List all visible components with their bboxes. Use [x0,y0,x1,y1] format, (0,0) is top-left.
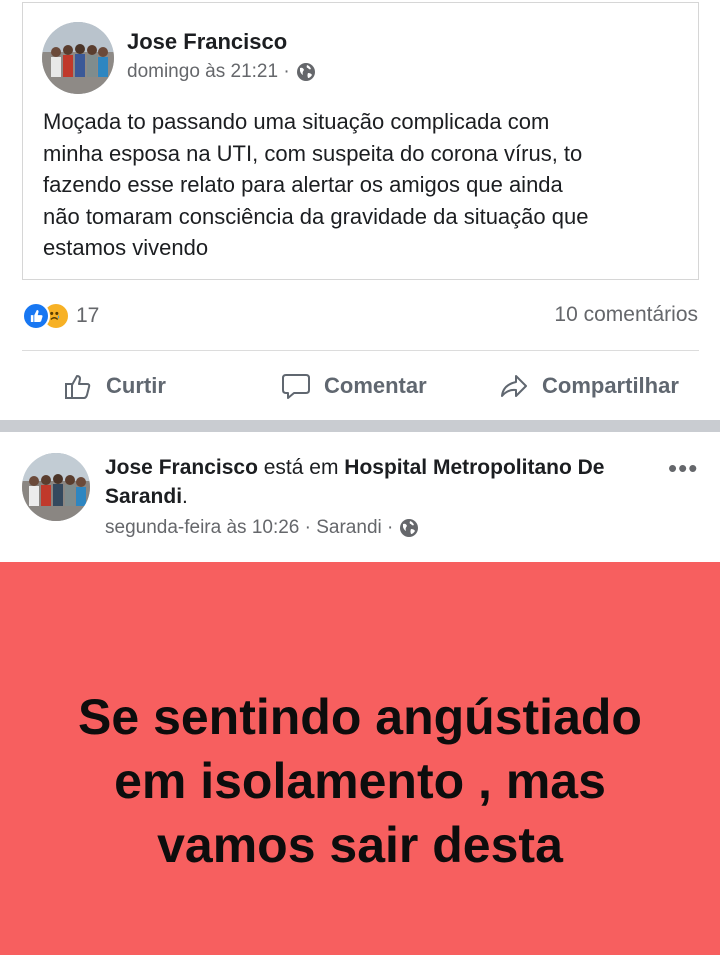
avatar[interactable] [22,453,90,521]
checkin-connector: está em [257,456,345,479]
share-button[interactable]: Compartilhar [498,368,679,404]
more-options-icon[interactable]: ••• [668,455,698,481]
post-author-name[interactable]: Jose Francisco [105,456,258,479]
header-period: . [182,485,188,508]
post-header: Jose Francisco está em Hospital Metropol… [105,453,660,511]
post-meta: domingo às 21:21 · [127,61,316,83]
divider [22,350,699,351]
post-body-text: Moçada to passando uma situação complica… [43,109,589,260]
post-timestamp[interactable]: domingo às 21:21 · [127,61,290,83]
post-timestamp[interactable]: segunda-feira às 10:26 · Sarandi · [105,517,393,539]
shared-post-card[interactable]: Jose Francisco domingo às 21:21 · Moçada… [22,2,699,280]
post-meta: segunda-feira às 10:26 · Sarandi · [105,517,419,539]
like-label: Curtir [106,373,166,398]
comment-button[interactable]: Comentar [280,368,427,404]
comments-count-link[interactable]: 10 comentários [554,303,698,327]
comment-icon [282,374,310,399]
status-background-banner: Se sentindo angústiado em isolamento , m… [0,562,720,955]
like-icon [22,302,50,330]
comment-label: Comentar [324,373,427,398]
avatar[interactable] [42,22,114,94]
like-button[interactable]: Curtir [62,368,166,404]
reactions-summary[interactable]: 17 [22,302,99,330]
feed-separator [0,420,720,432]
banner-text: Se sentindo angústiado em isolamento , m… [78,688,642,873]
globe-icon [400,519,419,537]
avatar-photo [42,22,114,94]
globe-icon [296,63,315,81]
share-icon [501,375,527,397]
share-label: Compartilhar [542,373,679,398]
thumbs-up-icon [65,375,91,399]
post-author-name[interactable]: Jose Francisco [127,29,287,55]
reaction-count: 17 [76,304,100,327]
avatar-photo [22,453,90,521]
